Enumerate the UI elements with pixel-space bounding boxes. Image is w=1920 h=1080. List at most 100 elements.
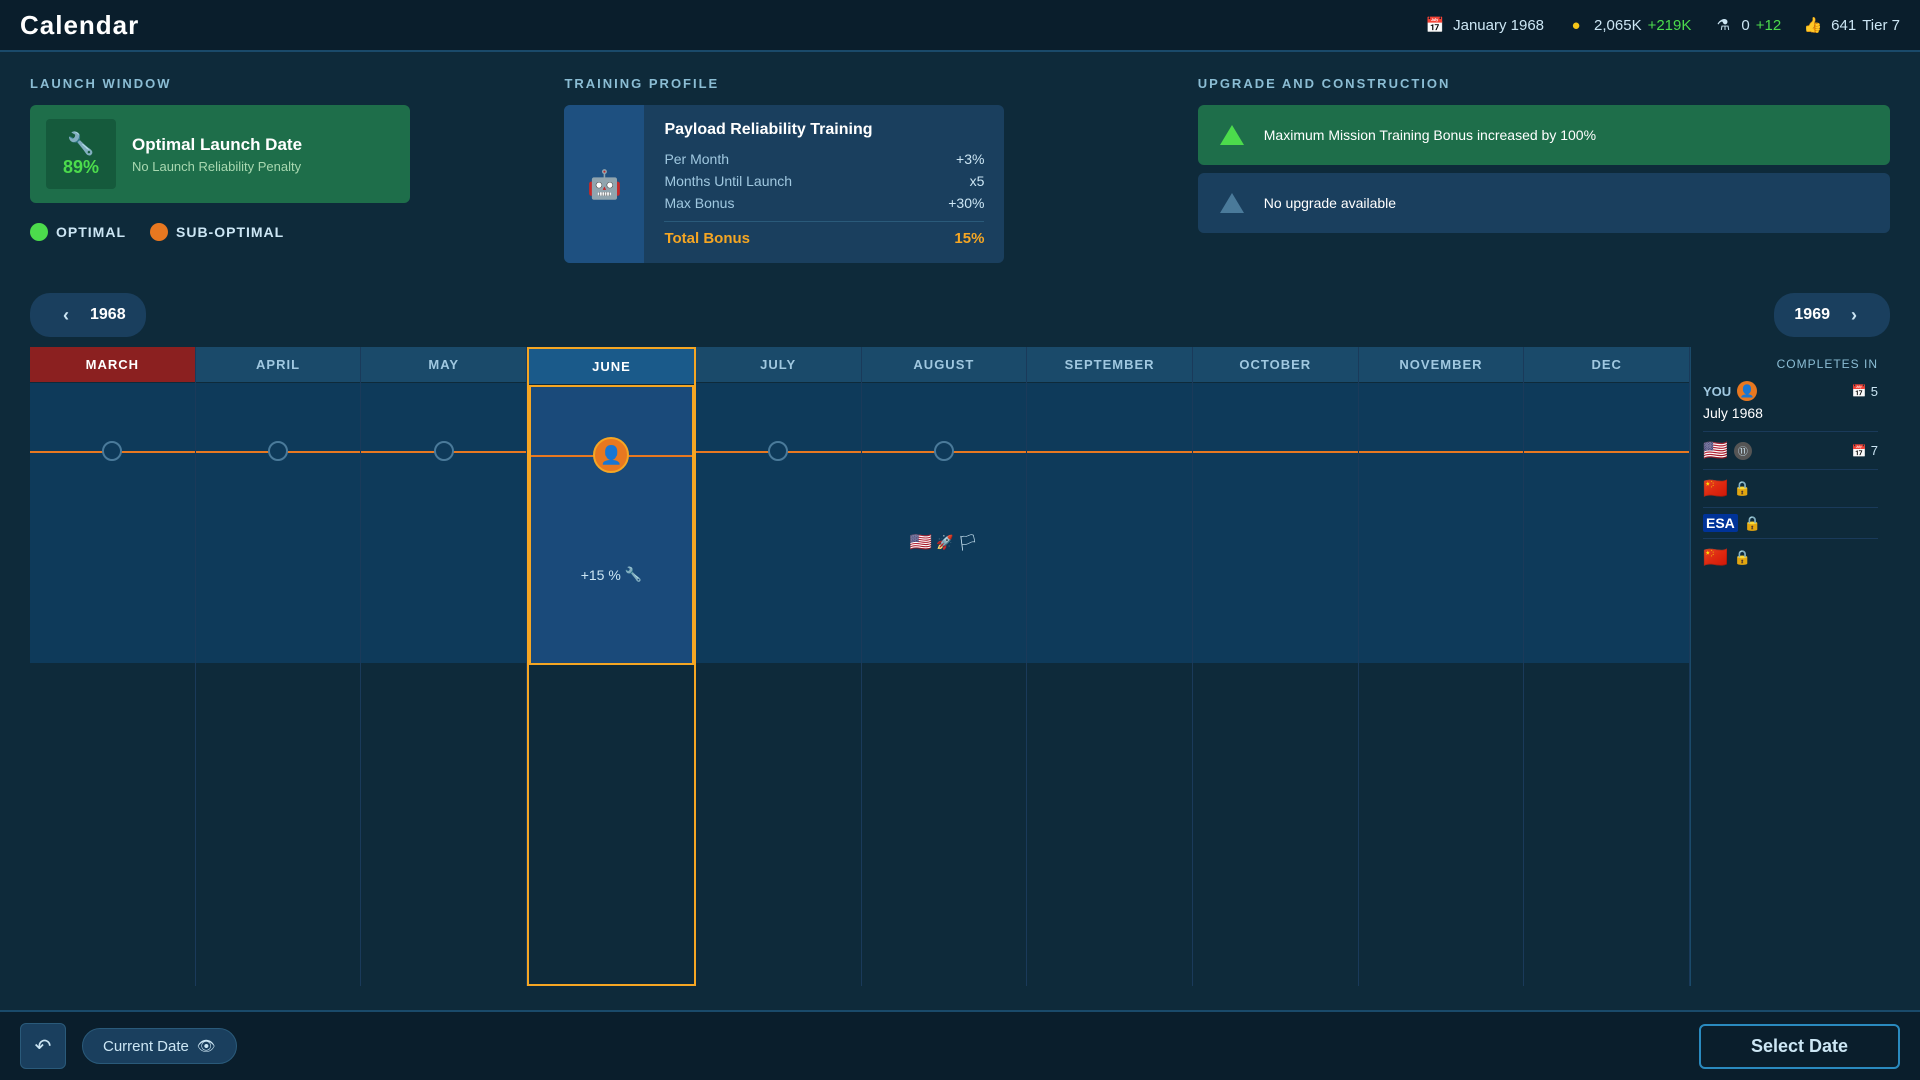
launch-window-title: LAUNCH WINDOW [30, 76, 524, 91]
current-date-button[interactable]: Current Date 👁 [82, 1028, 237, 1064]
suboptimal-label: SUB-OPTIMAL [176, 224, 284, 240]
optimal-title: Optimal Launch Date [132, 135, 302, 155]
rocket-icon-august: 🚀 [936, 534, 953, 551]
month-header-september: SEPTEMBER [1027, 347, 1192, 383]
select-date-button[interactable]: Select Date [1699, 1024, 1900, 1069]
upgrade-construction-panel: UPGRADE AND CONSTRUCTION Maximum Mission… [1198, 76, 1890, 263]
competitor-row-cn: 🇨🇳 🔒 [1703, 469, 1878, 507]
flag2-august: 🏳 [958, 533, 978, 553]
month-body-july [696, 383, 861, 663]
year-left-label: 1968 [90, 306, 126, 324]
month-col-march[interactable]: MARCH [30, 347, 196, 986]
month-circle-may [434, 441, 454, 461]
month-body-august: 🇺🇸 🚀 🏳 [862, 383, 1027, 663]
optimal-dot [30, 223, 48, 241]
coin-icon: ● [1564, 13, 1588, 37]
training-row-per-month: Per Month +3% [664, 151, 984, 167]
competitor-row-cn2: 🇨🇳 🔒 [1703, 538, 1878, 576]
month-col-august[interactable]: AUGUST 🇺🇸 🚀 🏳 [862, 347, 1028, 986]
year-navigation: ‹ 1968 1969 › [30, 293, 1890, 347]
completes-date: July 1968 [1703, 405, 1878, 421]
month-col-september[interactable]: SEPTEMBER [1027, 347, 1193, 986]
month-col-october[interactable]: OCTOBER [1193, 347, 1359, 986]
completes-you-row: YOU 👤 📅 5 [1703, 381, 1878, 401]
main-content: LAUNCH WINDOW 🔧 89% Optimal Launch Date … [0, 52, 1920, 1010]
flag-cn: 🇨🇳 [1703, 476, 1728, 501]
june-bonus-text: +15 % [581, 567, 621, 583]
month-col-april[interactable]: APRIL [196, 347, 362, 986]
upgrade-card-dark: No upgrade available [1198, 173, 1890, 233]
month-col-july[interactable]: JULY [696, 347, 862, 986]
june-bonus: +15 % 🔧 [581, 566, 643, 583]
month-body-may [361, 383, 526, 663]
year-nav-right[interactable]: 1969 › [1774, 293, 1890, 337]
month-body-june: 👤 +15 % 🔧 [529, 385, 694, 665]
year-right-label: 1969 [1794, 306, 1830, 324]
bottom-bar: ↶ Current Date 👁 Select Date [0, 1010, 1920, 1080]
per-month-value: +3% [956, 151, 984, 167]
optimal-icon-box: 🔧 89% [46, 119, 116, 189]
optimal-percentage: 89% [63, 157, 99, 178]
back-button[interactable]: ↶ [20, 1023, 66, 1069]
lock-icon-cn2: 🔒 [1734, 549, 1751, 566]
year-nav-left[interactable]: ‹ 1968 [30, 293, 146, 337]
timeline-line-september [1027, 451, 1192, 453]
suboptimal-dot [150, 223, 168, 241]
upgrade-text-green: Maximum Mission Training Bonus increased… [1264, 127, 1596, 143]
lock-icon-esa: 🔒 [1744, 515, 1761, 532]
next-year-arrow[interactable]: › [1838, 299, 1870, 331]
header-stats: 📅 January 1968 ● 2,065K +219K ⚗ 0 +12 👍 … [1423, 13, 1900, 37]
month-col-november[interactable]: NOVEMBER [1359, 347, 1525, 986]
calendar-us-icon: 📅 [1852, 444, 1867, 458]
header-reputation: 👍 641 Tier 7 [1801, 13, 1900, 37]
optimal-launch-card: 🔧 89% Optimal Launch Date No Launch Reli… [30, 105, 410, 203]
legend-optimal: OPTIMAL [30, 223, 126, 241]
training-profile-panel: TRAINING PROFILE 🤖 Payload Reliability T… [564, 76, 1157, 263]
person-icon: 👤 [600, 445, 622, 466]
calendar-main: MARCH APRIL [30, 347, 1690, 986]
us-competitor-badge: ⑪ [1734, 442, 1752, 460]
month-circle-april [268, 441, 288, 461]
current-date-label: Current Date [103, 1038, 189, 1055]
top-panels: LAUNCH WINDOW 🔧 89% Optimal Launch Date … [30, 76, 1890, 263]
you-turns: 📅 5 [1852, 384, 1878, 399]
month-body-september [1027, 383, 1192, 663]
month-circle-july [768, 441, 788, 461]
month-header-december: DEC [1524, 347, 1689, 383]
month-header-june: JUNE [529, 349, 694, 385]
timeline-line-november [1359, 451, 1524, 453]
flag-esa: ESA [1703, 514, 1738, 532]
upgrade-card-green: Maximum Mission Training Bonus increased… [1198, 105, 1890, 165]
competitor-row-us: 🇺🇸 ⑪ 📅 7 [1703, 431, 1878, 469]
month-col-june[interactable]: JUNE 👤 +15 % 🔧 [527, 347, 696, 986]
upgrade-arrow-gray [1214, 185, 1250, 221]
optimal-subtitle: No Launch Reliability Penalty [132, 159, 302, 174]
tools-icon: 🔧 [625, 566, 642, 583]
calendar-icon: 📅 [1423, 13, 1447, 37]
you-badge: 👤 [1737, 381, 1757, 401]
month-body-october [1193, 383, 1358, 663]
launch-window-panel: LAUNCH WINDOW 🔧 89% Optimal Launch Date … [30, 76, 524, 263]
month-header-november: NOVEMBER [1359, 347, 1524, 383]
month-header-march: MARCH [30, 347, 195, 383]
per-month-label: Per Month [664, 151, 729, 167]
header-date: 📅 January 1968 [1423, 13, 1544, 37]
month-circle-march [102, 441, 122, 461]
total-bonus-value: 15% [954, 230, 984, 247]
completes-panel: COMPLETES IN YOU 👤 📅 5 July 1968 🇺🇸 ⑪ 📅 [1690, 347, 1890, 986]
legend-suboptimal: SUB-OPTIMAL [150, 223, 284, 241]
select-date-label: Select Date [1751, 1036, 1848, 1056]
total-bonus-label: Total Bonus [664, 230, 750, 247]
month-col-may[interactable]: MAY [361, 347, 527, 986]
training-icon-col: 🤖 [564, 105, 644, 263]
month-circle-june-active: 👤 [593, 437, 629, 473]
flag-us: 🇺🇸 [1703, 438, 1728, 463]
upgrade-arrow-green [1214, 117, 1250, 153]
optimal-text: Optimal Launch Date No Launch Reliabilit… [132, 135, 302, 174]
app-title: Calendar [20, 10, 139, 41]
month-col-december[interactable]: DEC [1524, 347, 1690, 986]
calendar-section: ‹ 1968 1969 › MARCH [30, 293, 1890, 986]
header-currency: ● 2,065K +219K [1564, 13, 1691, 37]
month-body-april [196, 383, 361, 663]
prev-year-arrow[interactable]: ‹ [50, 299, 82, 331]
